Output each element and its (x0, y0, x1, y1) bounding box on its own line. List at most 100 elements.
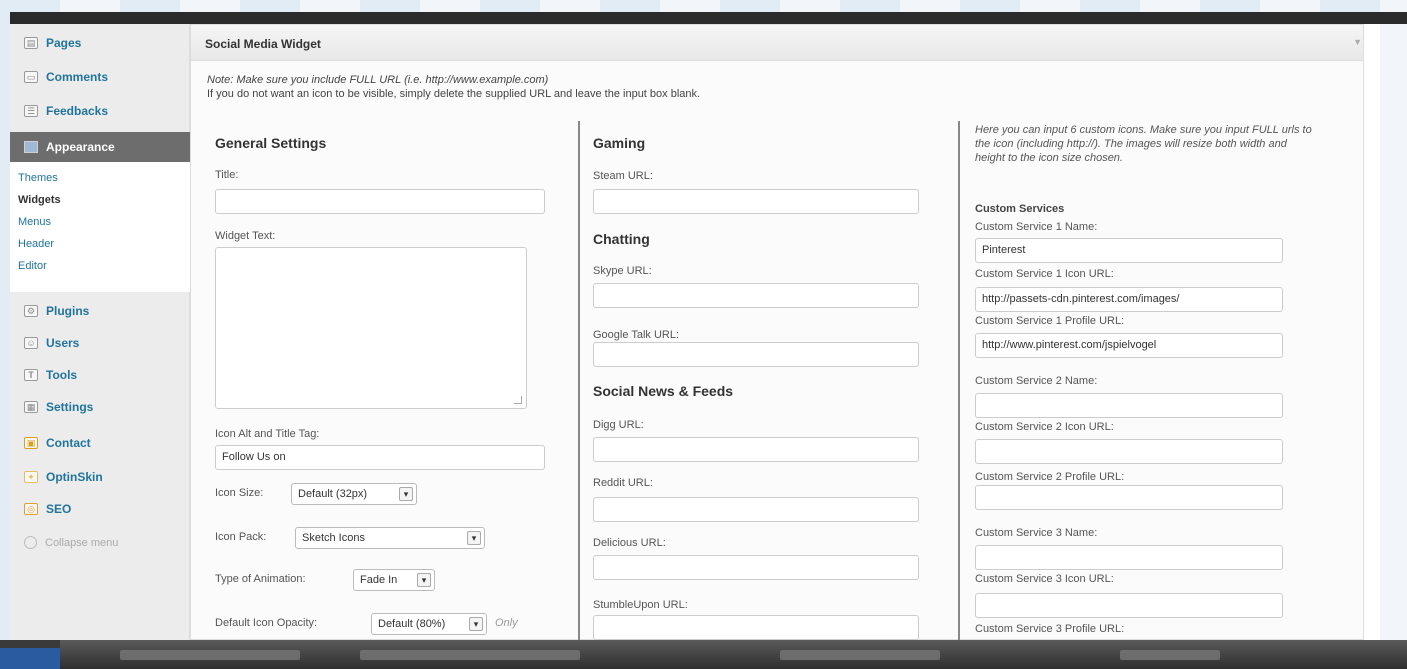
service2-name-input[interactable] (975, 393, 1283, 418)
opacity-select[interactable]: Default (80%) ▾ (371, 613, 487, 635)
taskbar-tab[interactable] (120, 650, 300, 660)
service2-name-label: Custom Service 2 Name: (975, 375, 1098, 387)
sidebar-item-label: Comments (46, 70, 109, 84)
service2-icon-input[interactable] (975, 439, 1283, 464)
social-news-heading: Social News & Feeds (593, 383, 734, 399)
seo-icon: ◎ (24, 503, 38, 515)
icon-pack-select[interactable]: Sketch Icons ▾ (295, 527, 485, 549)
title-label: Title: (215, 169, 239, 181)
taskbar-tab[interactable] (780, 650, 940, 660)
sidebar-item-label: Contact (46, 436, 91, 450)
animation-value: Fade In (360, 574, 398, 586)
users-icon: ☺ (24, 337, 38, 349)
submenu-widgets[interactable]: Widgets (18, 194, 61, 206)
gaming-heading: Gaming (593, 135, 646, 151)
submenu-editor[interactable]: Editor (18, 260, 47, 272)
taskbar-start-area (0, 648, 60, 669)
stumbleupon-url-input[interactable] (593, 615, 919, 640)
delicious-label: Delicious URL: (593, 537, 666, 549)
animation-label: Type of Animation: (215, 573, 306, 585)
service1-icon-input[interactable]: http://passets-cdn.pinterest.com/images/ (975, 287, 1283, 312)
animation-select[interactable]: Fade In ▾ (353, 569, 435, 591)
widget-text-area[interactable] (215, 247, 527, 409)
sidebar-item-users[interactable]: ☺ Users (24, 332, 79, 354)
skype-label: Skype URL: (593, 265, 652, 277)
service3-name-input[interactable] (975, 545, 1283, 570)
sidebar-item-contact[interactable]: ▣ Contact (24, 432, 91, 454)
opacity-label: Default Icon Opacity: (215, 617, 318, 629)
sidebar-item-feedbacks[interactable]: ☰ Feedbacks (24, 100, 108, 122)
sidebar-item-label: Pages (46, 36, 82, 50)
digg-label: Digg URL: (593, 419, 644, 431)
chevron-down-icon: ▾ (417, 573, 431, 587)
collapse-menu-button[interactable]: Collapse menu (24, 536, 118, 549)
scrollbar-track[interactable] (1363, 24, 1380, 640)
top-bar (10, 12, 1407, 24)
sidebar-item-seo[interactable]: ◎ SEO (24, 498, 71, 520)
reddit-url-input[interactable] (593, 497, 919, 522)
sidebar-item-label: Plugins (46, 304, 90, 318)
taskbar-tab[interactable] (360, 650, 580, 660)
column-divider-right (958, 121, 960, 640)
service1-name-label: Custom Service 1 Name: (975, 221, 1098, 233)
custom-icons-intro: Here you can input 6 custom icons. Make … (975, 124, 1312, 164)
sidebar-item-tools[interactable]: T Tools (24, 364, 77, 386)
chevron-down-icon: ▾ (399, 487, 413, 501)
title-input[interactable] (215, 189, 545, 214)
service3-icon-label: Custom Service 3 Icon URL: (975, 573, 1114, 585)
submenu-themes[interactable]: Themes (18, 172, 58, 184)
service3-profile-label: Custom Service 3 Profile URL: (975, 623, 1125, 635)
submenu-menus[interactable]: Menus (18, 216, 51, 228)
steam-url-input[interactable] (593, 189, 919, 214)
chatting-heading: Chatting (593, 231, 650, 247)
tools-icon: T (24, 369, 38, 381)
widget-header[interactable]: Social Media Widget ▼ (191, 25, 1374, 61)
note-line-2: If you do not want an icon to be visible… (207, 88, 701, 100)
icon-size-label: Icon Size: (215, 487, 264, 499)
delicious-url-input[interactable] (593, 555, 919, 580)
service3-name-label: Custom Service 3 Name: (975, 527, 1098, 539)
service1-profile-label: Custom Service 1 Profile URL: (975, 315, 1125, 327)
icon-alt-input[interactable]: Follow Us on (215, 445, 545, 470)
sidebar-item-settings[interactable]: ▦ Settings (24, 396, 93, 418)
gtalk-url-input[interactable] (593, 342, 919, 367)
sidebar-item-optinskin[interactable]: ✦ OptinSkin (24, 466, 103, 488)
steam-label: Steam URL: (593, 170, 653, 182)
service2-icon-label: Custom Service 2 Icon URL: (975, 421, 1114, 433)
service3-icon-input[interactable] (975, 593, 1283, 618)
note-line-1: Note: Make sure you include FULL URL (i.… (207, 74, 549, 86)
admin-sidebar: ▤ Pages ▭ Comments ☰ Feedbacks Appearanc… (10, 24, 200, 640)
taskbar-tab[interactable] (1120, 650, 1220, 660)
collapse-icon (24, 536, 37, 549)
contact-icon: ▣ (24, 437, 38, 449)
submenu-header[interactable]: Header (18, 238, 54, 250)
sidebar-item-pages[interactable]: ▤ Pages (24, 32, 81, 54)
sidebar-item-appearance[interactable]: Appearance (10, 132, 200, 162)
sidebar-item-label: Appearance (46, 140, 115, 154)
social-media-widget-panel: Social Media Widget ▼ Note: Make sure yo… (190, 24, 1374, 640)
collapse-arrow-icon[interactable]: ▼ (1353, 37, 1362, 47)
icon-size-value: Default (32px) (298, 488, 368, 500)
sidebar-item-comments[interactable]: ▭ Comments (24, 66, 108, 88)
sidebar-item-label: Tools (46, 368, 78, 382)
sidebar-item-label: Users (46, 336, 80, 350)
general-settings-heading: General Settings (215, 135, 327, 151)
settings-icon: ▦ (24, 401, 38, 413)
sidebar-item-label: SEO (46, 502, 72, 516)
pages-icon: ▤ (24, 37, 38, 49)
digg-url-input[interactable] (593, 437, 919, 462)
icon-pack-label: Icon Pack: (215, 531, 267, 543)
admin-window: ▤ Pages ▭ Comments ☰ Feedbacks Appearanc… (10, 24, 1380, 640)
stumbleupon-label: StumbleUpon URL: (593, 599, 688, 611)
chevron-down-icon: ▾ (469, 617, 483, 631)
resize-grip-icon[interactable] (514, 396, 522, 404)
service1-name-input[interactable]: Pinterest (975, 238, 1283, 263)
service1-profile-input[interactable]: http://www.pinterest.com/jspielvogel (975, 333, 1283, 358)
service2-profile-input[interactable] (975, 485, 1283, 510)
widget-title: Social Media Widget (205, 37, 321, 51)
sidebar-item-label: OptinSkin (46, 470, 103, 484)
icon-size-select[interactable]: Default (32px) ▾ (291, 483, 417, 505)
skype-url-input[interactable] (593, 283, 919, 308)
widget-note: Note: Make sure you include FULL URL (i.… (207, 73, 700, 101)
sidebar-item-plugins[interactable]: ⚙ Plugins (24, 300, 89, 322)
